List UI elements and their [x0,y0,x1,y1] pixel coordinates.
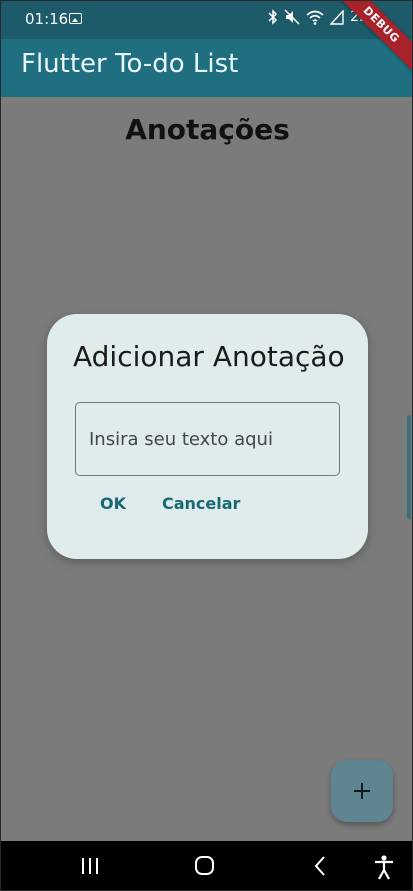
home-icon [195,856,214,875]
dialog-title: Adicionar Anotação [73,340,345,373]
accessibility-button[interactable] [373,854,395,885]
system-nav-bar [1,841,412,890]
app-screen: 01:16 25 DEBUG Flutter To-do List [0,0,413,891]
add-note-dialog: Adicionar Anotação OK Cancelar [47,314,368,559]
back-icon [314,856,325,876]
mute-icon [284,9,300,25]
recents-icon [82,858,98,874]
page-heading: Anotações [125,113,290,146]
app-title: Flutter To-do List [21,49,239,79]
home-button[interactable] [194,854,216,883]
gallery-icon [69,13,82,24]
add-note-fab[interactable] [331,760,393,822]
ok-button[interactable]: OK [92,487,134,519]
scroll-indicator[interactable] [407,415,411,519]
app-bar: Flutter To-do List [1,39,412,97]
wifi-icon [306,10,324,25]
note-text-input[interactable] [75,402,340,476]
recents-button[interactable] [80,854,100,883]
back-button[interactable] [312,854,328,883]
plus-icon [354,783,370,799]
status-time: 01:16 [25,10,69,28]
signal-icon [330,9,344,25]
accessibility-icon [375,855,393,880]
cancel-button[interactable]: Cancelar [154,487,248,519]
bluetooth-icon [268,9,278,25]
